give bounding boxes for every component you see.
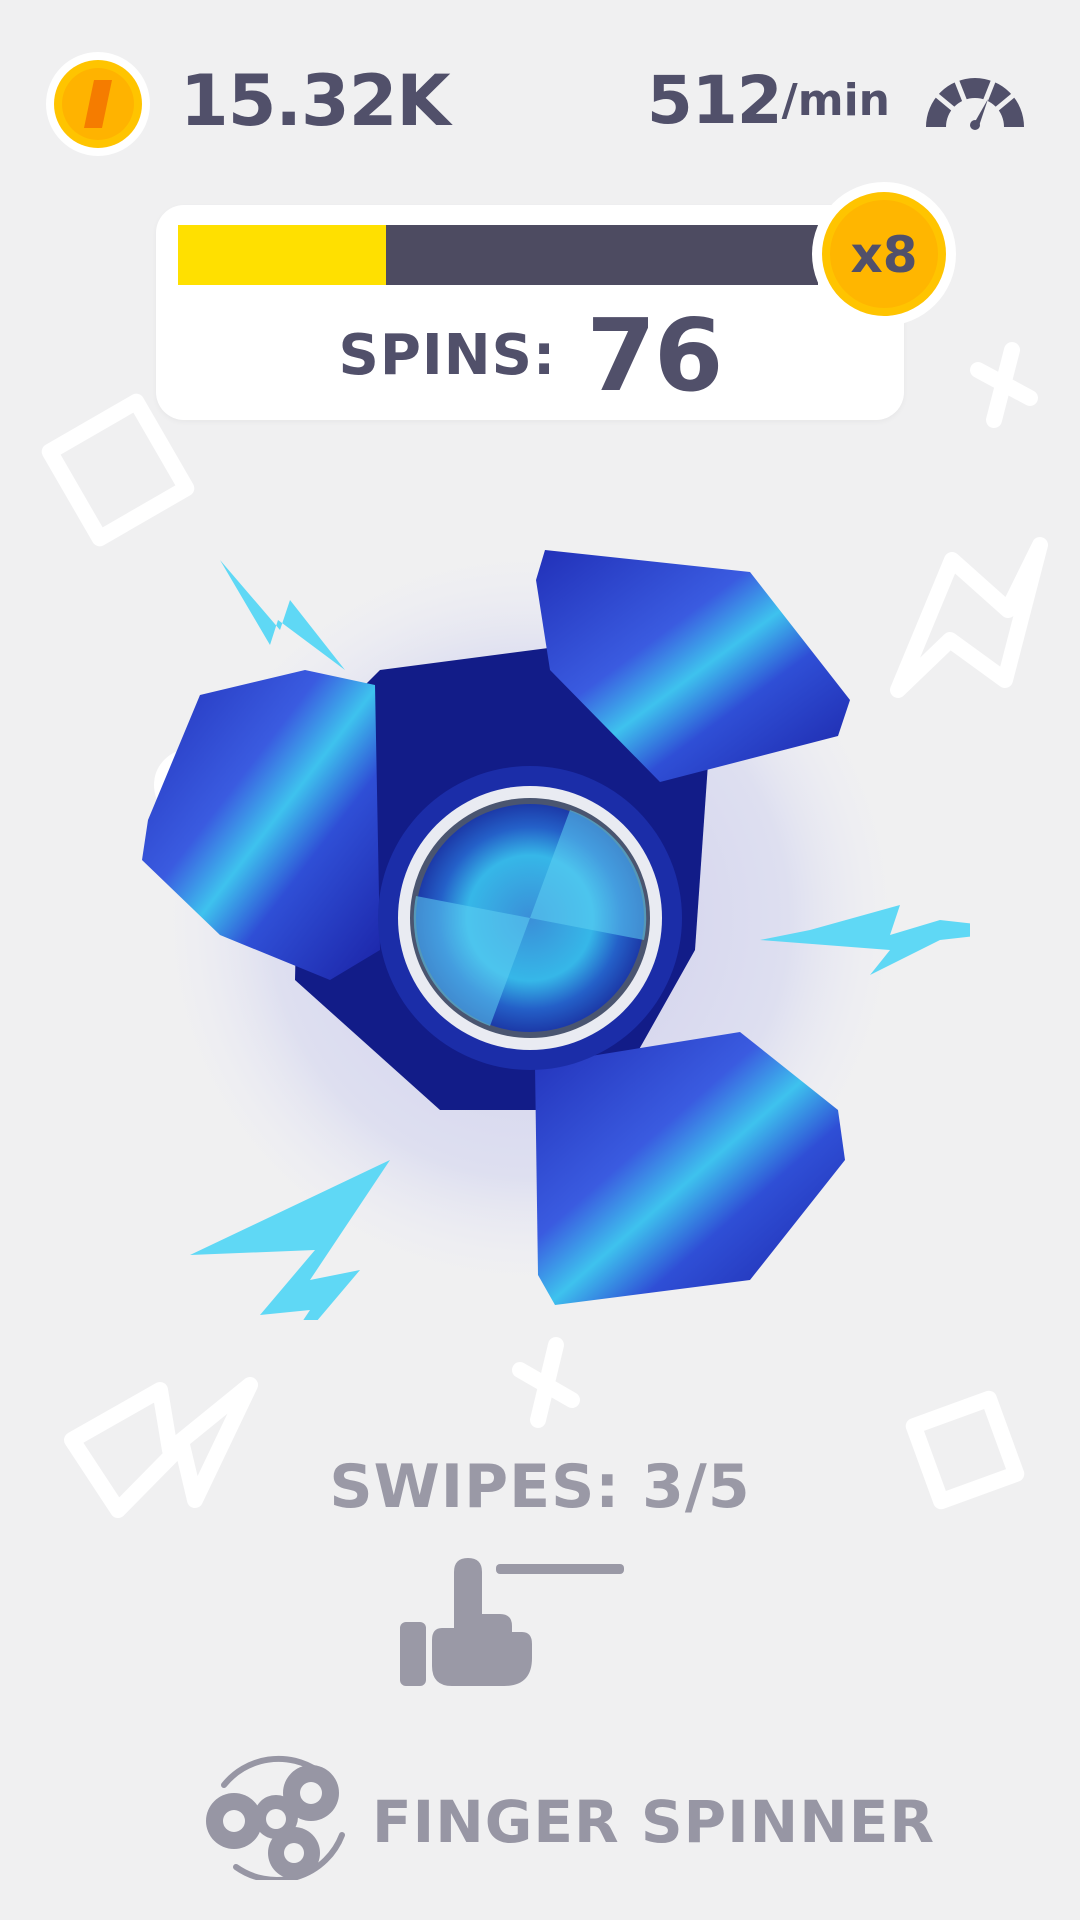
speedometer-icon bbox=[926, 78, 1024, 130]
spin-progress-panel: SPINS: 76 bbox=[156, 205, 904, 420]
swipes-counter: SWIPES: 3/5 bbox=[329, 1452, 751, 1522]
speed-value: 512 bbox=[646, 61, 783, 139]
deco-cross-top-right bbox=[970, 342, 1038, 428]
fidget-spinner[interactable] bbox=[110, 520, 970, 1320]
speed-unit: /min bbox=[781, 74, 890, 126]
swipe-hand-icon bbox=[400, 1558, 624, 1686]
game-title: FINGER SPINNER bbox=[372, 1788, 936, 1856]
spins-value: 76 bbox=[586, 296, 723, 414]
spins-counter: SPINS: 76 bbox=[156, 297, 904, 414]
coin-icon bbox=[46, 52, 150, 156]
spin-speed: 512 /min bbox=[647, 60, 1030, 140]
spin-progress-bar bbox=[178, 225, 818, 285]
deco-square-left bbox=[41, 393, 195, 547]
deco-cross-bottom bbox=[512, 1337, 580, 1428]
multiplier-value: x8 bbox=[850, 226, 917, 284]
spins-label: SPINS: bbox=[338, 322, 557, 388]
fidget-spinner-logo bbox=[206, 1755, 345, 1880]
spin-progress-fill bbox=[178, 225, 386, 285]
multiplier-badge: x8 bbox=[812, 182, 956, 326]
coin-balance: 15.32K bbox=[180, 60, 451, 142]
